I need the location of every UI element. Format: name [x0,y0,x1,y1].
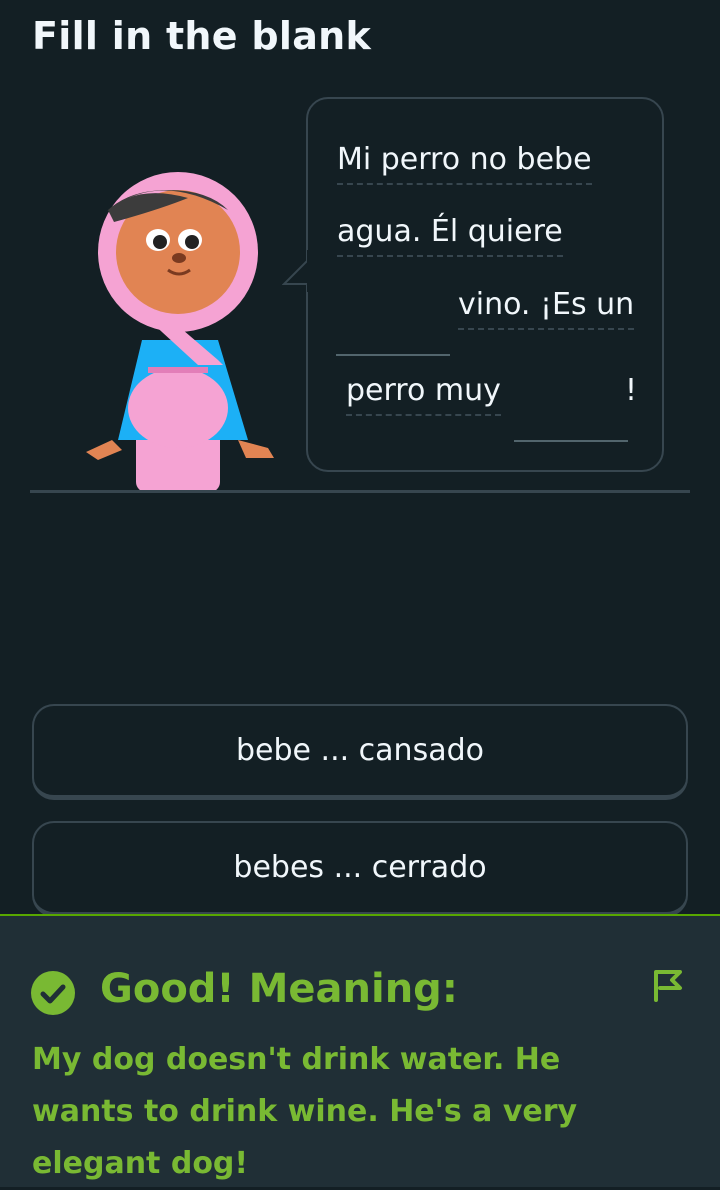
option-button-1[interactable]: bebe ... cansado [32,704,688,800]
sentence-line-3: vino. ¡Es un [458,287,635,330]
option-label: bebe ... cansado [236,733,484,768]
blank-slot-2 [514,440,628,442]
feedback-meaning: My dog doesn't drink water. He wants to … [32,1042,578,1181]
option-label: bebes ... cerrado [233,850,487,885]
blank-slot-1 [336,354,450,356]
speech-bubble-tail [282,250,316,292]
sentence-line-1: Mi perro no bebe [337,142,592,185]
sentence-line-4: perro muy [346,373,501,416]
page-title: Fill in the blank [32,14,372,58]
divider [30,490,690,493]
sentence-line-2: agua. Él quiere [337,214,563,257]
sentence-end: ! [625,373,638,408]
feedback-panel: Good! Meaning: My dog doesn't drink wate… [0,914,720,1187]
character-illustration [86,172,274,492]
check-circle-icon [31,971,75,1015]
feedback-title: Good! Meaning: [100,966,458,1012]
option-button-2[interactable]: bebes ... cerrado [32,821,688,917]
report-flag-icon[interactable] [650,966,690,1006]
